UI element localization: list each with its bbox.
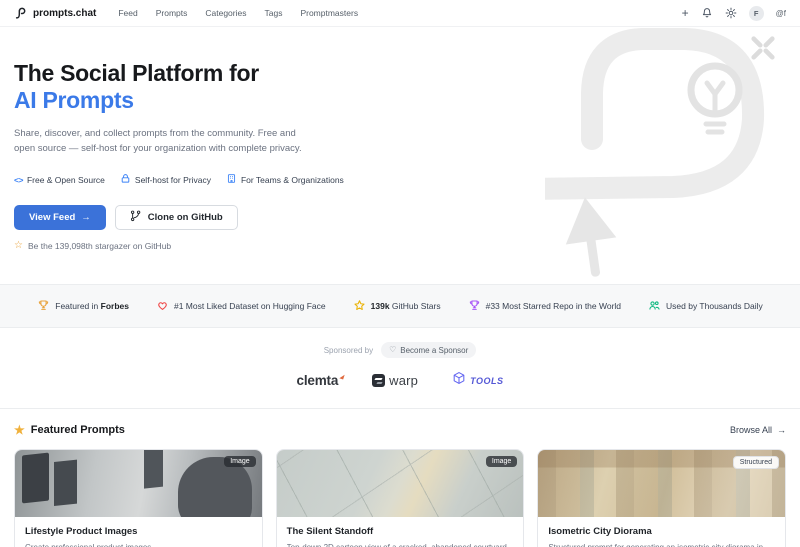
stat-most-starred: #33 Most Starred Repo in the World bbox=[468, 299, 621, 314]
top-nav: prompts.chat Feed Prompts Categories Tag… bbox=[0, 0, 800, 27]
hero-cta-row: View Feed → Clone on GitHub bbox=[14, 205, 786, 230]
card-image-courtyard-illustration: Image bbox=[277, 450, 524, 517]
card-title: The Silent Standoff bbox=[287, 526, 514, 537]
nav-item-promptmasters[interactable]: Promptmasters bbox=[300, 8, 358, 18]
stat-huggingface: #1 Most Liked Dataset on Hugging Face bbox=[156, 299, 326, 314]
featured-header: ★ Featured Prompts Browse All → bbox=[0, 409, 800, 447]
card-title: Lifestyle Product Images bbox=[25, 526, 252, 537]
nav-item-categories[interactable]: Categories bbox=[205, 8, 246, 18]
nav-right: + F @f bbox=[682, 6, 786, 21]
theme-sun-icon[interactable] bbox=[725, 7, 737, 19]
heart-icon: ♡ bbox=[389, 346, 396, 354]
sponsor-logo-tools[interactable]: TOOLS bbox=[452, 371, 503, 390]
code-icon: <> bbox=[14, 175, 23, 185]
lock-icon bbox=[120, 173, 131, 186]
building-icon bbox=[226, 173, 237, 186]
stargazer-link[interactable]: ☆ Be the 139,098th stargazer on GitHub bbox=[14, 241, 786, 251]
stat-github-stars: 139k GitHub Stars bbox=[353, 299, 441, 314]
hero-section: The Social Platform for AI Prompts Share… bbox=[0, 27, 800, 284]
avatar[interactable]: F bbox=[749, 6, 764, 21]
cube-icon bbox=[452, 371, 466, 390]
clone-github-button[interactable]: Clone on GitHub bbox=[115, 205, 238, 230]
users-icon bbox=[648, 299, 661, 314]
prompt-card-isometric-city-diorama[interactable]: Structured Isometric City Diorama Struct… bbox=[537, 449, 786, 547]
hero-title-black: The Social Platform for bbox=[14, 60, 259, 86]
feature-open-source: <> Free & Open Source bbox=[14, 175, 105, 185]
prompt-card-lifestyle-product-images[interactable]: Image Lifestyle Product Images Create pr… bbox=[14, 449, 263, 547]
featured-title: ★ Featured Prompts bbox=[14, 424, 125, 436]
warp-icon bbox=[372, 374, 385, 387]
star-outline-icon: ☆ bbox=[14, 241, 23, 251]
logo-icon bbox=[14, 6, 28, 20]
feature-self-host: Self-host for Privacy bbox=[120, 173, 211, 186]
hero-features: <> Free & Open Source Self-host for Priv… bbox=[14, 173, 786, 186]
arrow-right-icon: → bbox=[777, 425, 786, 435]
sponsor-logos: clemta warp TOOLS bbox=[297, 371, 504, 390]
card-type-badge: Image bbox=[486, 456, 517, 467]
sponsored-by-label: Sponsored by bbox=[324, 346, 373, 355]
card-title: Isometric City Diorama bbox=[548, 526, 775, 537]
hero-title: The Social Platform for AI Prompts bbox=[14, 60, 786, 114]
card-image-office-photo: Image bbox=[15, 450, 262, 517]
git-branch-icon bbox=[130, 210, 142, 225]
card-description: Structured prompt for generating an isom… bbox=[548, 542, 775, 547]
sponsors-section: Sponsored by ♡ Become a Sponsor clemta w… bbox=[0, 328, 800, 409]
trophy-icon bbox=[468, 299, 481, 314]
stat-daily-users: Used by Thousands Daily bbox=[648, 299, 763, 314]
hero-title-blue: AI Prompts bbox=[14, 87, 134, 113]
nav-links: Feed Prompts Categories Tags Promptmaste… bbox=[118, 8, 358, 18]
nav-item-prompts[interactable]: Prompts bbox=[156, 8, 188, 18]
card-image-isometric-city: Structured bbox=[538, 450, 785, 517]
add-prompt-icon[interactable]: + bbox=[682, 7, 689, 19]
card-type-badge: Structured bbox=[733, 456, 779, 469]
username[interactable]: @f bbox=[776, 9, 786, 18]
sponsor-logo-clemta[interactable]: clemta bbox=[297, 373, 339, 388]
trophy-icon bbox=[37, 299, 50, 314]
hero-subtitle: Share, discover, and collect prompts fro… bbox=[14, 127, 786, 156]
become-sponsor-button[interactable]: ♡ Become a Sponsor bbox=[381, 342, 476, 358]
card-type-badge: Image bbox=[224, 456, 255, 467]
star-icon bbox=[353, 299, 366, 314]
card-description: Top-down 2D cartoon view of a cracked, a… bbox=[287, 542, 514, 547]
star-icon: ★ bbox=[14, 424, 25, 436]
sponsor-logo-warp[interactable]: warp bbox=[372, 373, 418, 388]
stat-featured-forbes: Featured in Forbes bbox=[37, 299, 129, 314]
nav-item-feed[interactable]: Feed bbox=[118, 8, 137, 18]
notifications-bell-icon[interactable] bbox=[701, 7, 713, 19]
brand[interactable]: prompts.chat bbox=[14, 6, 96, 20]
card-description: Create professional product images bbox=[25, 542, 252, 547]
featured-section: ★ Featured Prompts Browse All → Image Li… bbox=[0, 409, 800, 547]
arrow-right-icon: → bbox=[81, 212, 91, 223]
browse-all-link[interactable]: Browse All → bbox=[730, 425, 786, 435]
featured-cards: Image Lifestyle Product Images Create pr… bbox=[0, 447, 800, 547]
sponsor-head: Sponsored by ♡ Become a Sponsor bbox=[324, 342, 477, 358]
view-feed-button[interactable]: View Feed → bbox=[14, 205, 106, 230]
heart-icon bbox=[156, 299, 169, 314]
nav-item-tags[interactable]: Tags bbox=[264, 8, 282, 18]
brand-name: prompts.chat bbox=[33, 8, 96, 19]
feature-teams: For Teams & Organizations bbox=[226, 173, 344, 186]
stats-bar: Featured in Forbes #1 Most Liked Dataset… bbox=[0, 284, 800, 328]
prompt-card-silent-standoff[interactable]: Image The Silent Standoff Top-down 2D ca… bbox=[276, 449, 525, 547]
